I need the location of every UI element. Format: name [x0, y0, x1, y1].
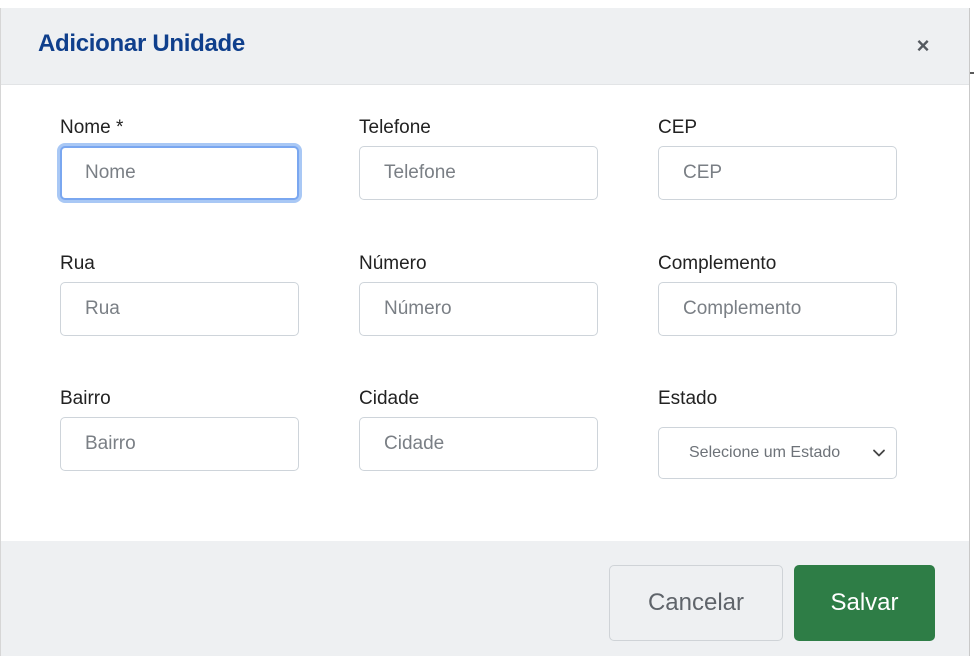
cancel-button[interactable]: Cancelar — [609, 565, 783, 641]
chevron-down-icon — [873, 449, 885, 457]
add-unit-modal: Adicionar Unidade × Nome * Telefone CEP … — [0, 8, 970, 656]
field-bairro: Bairro — [60, 387, 300, 471]
background-edge — [970, 72, 974, 74]
field-rua: Rua — [60, 252, 300, 336]
cidade-input[interactable] — [359, 417, 598, 471]
field-complemento: Complemento — [658, 252, 898, 336]
modal-header: Adicionar Unidade × — [1, 8, 969, 85]
bairro-label: Bairro — [60, 388, 111, 409]
estado-select[interactable]: Selecione um Estado — [658, 427, 897, 479]
field-cep: CEP — [658, 116, 898, 200]
cidade-label: Cidade — [359, 388, 420, 409]
telefone-input[interactable] — [359, 146, 598, 200]
bairro-input[interactable] — [60, 417, 299, 471]
save-button[interactable]: Salvar — [794, 565, 935, 641]
complemento-label: Complemento — [658, 253, 777, 274]
field-cidade: Cidade — [359, 387, 599, 471]
field-telefone: Telefone — [359, 116, 599, 200]
estado-selected-text: Selecione um Estado — [689, 444, 841, 461]
close-button[interactable]: × — [911, 34, 935, 58]
telefone-label: Telefone — [359, 117, 431, 138]
cep-input[interactable] — [658, 146, 897, 200]
nome-input[interactable] — [60, 146, 299, 200]
estado-label: Estado — [658, 388, 718, 409]
cep-label: CEP — [658, 117, 698, 138]
field-estado: Estado Selecione um Estado — [658, 387, 898, 479]
rua-input[interactable] — [60, 282, 299, 336]
numero-input[interactable] — [359, 282, 598, 336]
modal-title: Adicionar Unidade — [38, 30, 245, 57]
modal-footer: Cancelar Salvar — [1, 541, 969, 656]
field-nome: Nome * — [60, 116, 300, 200]
rua-label: Rua — [60, 253, 95, 274]
numero-label: Número — [359, 253, 427, 274]
close-icon: × — [916, 33, 930, 58]
complemento-input[interactable] — [658, 282, 897, 336]
nome-label: Nome * — [60, 117, 124, 138]
field-numero: Número — [359, 252, 599, 336]
